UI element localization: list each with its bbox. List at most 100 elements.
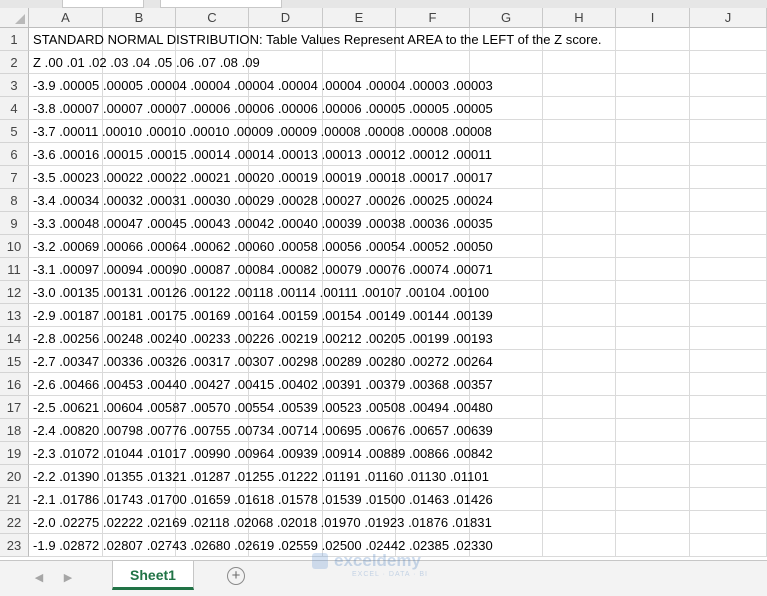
cell-h14[interactable] xyxy=(543,327,616,350)
row-header[interactable]: 20 xyxy=(0,465,29,488)
row-header[interactable]: 14 xyxy=(0,327,29,350)
cell-i9[interactable] xyxy=(616,212,690,235)
cell-i10[interactable] xyxy=(616,235,690,258)
sheet-tab-sheet1[interactable]: Sheet1 xyxy=(112,561,194,590)
row-header[interactable]: 10 xyxy=(0,235,29,258)
cell-j14[interactable] xyxy=(690,327,767,350)
cell-h19[interactable] xyxy=(543,442,616,465)
cell-h3[interactable] xyxy=(543,74,616,97)
cell-j19[interactable] xyxy=(690,442,767,465)
next-sheet-icon[interactable]: ▶ xyxy=(60,570,76,586)
cell-h17[interactable] xyxy=(543,396,616,419)
cell-j23[interactable] xyxy=(690,534,767,557)
cell-h5[interactable] xyxy=(543,120,616,143)
column-header-j[interactable]: J xyxy=(690,8,767,28)
cell-j12[interactable] xyxy=(690,281,767,304)
row-header[interactable]: 2 xyxy=(0,51,29,74)
cell-i19[interactable] xyxy=(616,442,690,465)
cell-j22[interactable] xyxy=(690,511,767,534)
cell-h22[interactable] xyxy=(543,511,616,534)
cell-i8[interactable] xyxy=(616,189,690,212)
select-all-corner[interactable] xyxy=(0,8,29,28)
cell-i15[interactable] xyxy=(616,350,690,373)
cell-f2[interactable] xyxy=(396,51,470,74)
row-header[interactable]: 18 xyxy=(0,419,29,442)
cell-i2[interactable] xyxy=(616,51,690,74)
cell-h12[interactable] xyxy=(543,281,616,304)
column-header-c[interactable]: C xyxy=(176,8,249,28)
cell-j15[interactable] xyxy=(690,350,767,373)
prev-sheet-icon[interactable]: ◀ xyxy=(31,570,47,586)
column-header-a[interactable]: A xyxy=(29,8,103,28)
cell-i11[interactable] xyxy=(616,258,690,281)
cell-i20[interactable] xyxy=(616,465,690,488)
row-header[interactable]: 12 xyxy=(0,281,29,304)
row-header[interactable]: 3 xyxy=(0,74,29,97)
cell-j16[interactable] xyxy=(690,373,767,396)
cell-i6[interactable] xyxy=(616,143,690,166)
column-header-d[interactable]: D xyxy=(249,8,323,28)
column-header-h[interactable]: H xyxy=(543,8,616,28)
cell-i12[interactable] xyxy=(616,281,690,304)
cell-h15[interactable] xyxy=(543,350,616,373)
cell-i13[interactable] xyxy=(616,304,690,327)
cell-j21[interactable] xyxy=(690,488,767,511)
cell-h23[interactable] xyxy=(543,534,616,557)
cell-h9[interactable] xyxy=(543,212,616,235)
cell-h2[interactable] xyxy=(543,51,616,74)
cell-j9[interactable] xyxy=(690,212,767,235)
cell-j11[interactable] xyxy=(690,258,767,281)
cell-h4[interactable] xyxy=(543,97,616,120)
cell-j10[interactable] xyxy=(690,235,767,258)
add-sheet-icon[interactable]: + xyxy=(227,567,245,585)
row-header[interactable]: 5 xyxy=(0,120,29,143)
cell-j18[interactable] xyxy=(690,419,767,442)
cell-h13[interactable] xyxy=(543,304,616,327)
cell-i21[interactable] xyxy=(616,488,690,511)
cell-j5[interactable] xyxy=(690,120,767,143)
row-header[interactable]: 22 xyxy=(0,511,29,534)
cell-h20[interactable] xyxy=(543,465,616,488)
cell-h10[interactable] xyxy=(543,235,616,258)
cell-j20[interactable] xyxy=(690,465,767,488)
column-header-f[interactable]: F xyxy=(396,8,470,28)
cell-i3[interactable] xyxy=(616,74,690,97)
row-header[interactable]: 6 xyxy=(0,143,29,166)
cell-d2[interactable] xyxy=(249,51,323,74)
row-header[interactable]: 17 xyxy=(0,396,29,419)
row-header[interactable]: 23 xyxy=(0,534,29,557)
cell-j3[interactable] xyxy=(690,74,767,97)
cell-j8[interactable] xyxy=(690,189,767,212)
row-header[interactable]: 7 xyxy=(0,166,29,189)
cell-h7[interactable] xyxy=(543,166,616,189)
cell-j13[interactable] xyxy=(690,304,767,327)
column-header-e[interactable]: E xyxy=(323,8,396,28)
cell-i7[interactable] xyxy=(616,166,690,189)
cell-j17[interactable] xyxy=(690,396,767,419)
row-header[interactable]: 15 xyxy=(0,350,29,373)
cell-h11[interactable] xyxy=(543,258,616,281)
row-header[interactable]: 13 xyxy=(0,304,29,327)
cell-i16[interactable] xyxy=(616,373,690,396)
cell-h21[interactable] xyxy=(543,488,616,511)
row-header[interactable]: 1 xyxy=(0,28,29,51)
cell-j2[interactable] xyxy=(690,51,767,74)
cell-g2[interactable] xyxy=(470,51,543,74)
cell-i5[interactable] xyxy=(616,120,690,143)
cell-i22[interactable] xyxy=(616,511,690,534)
cell-h18[interactable] xyxy=(543,419,616,442)
cell-i1[interactable] xyxy=(616,28,690,51)
cell-j1[interactable] xyxy=(690,28,767,51)
row-header[interactable]: 9 xyxy=(0,212,29,235)
cell-i23[interactable] xyxy=(616,534,690,557)
cell-h16[interactable] xyxy=(543,373,616,396)
cell-j7[interactable] xyxy=(690,166,767,189)
column-header-i[interactable]: I xyxy=(616,8,690,28)
row-header[interactable]: 19 xyxy=(0,442,29,465)
cell-i17[interactable] xyxy=(616,396,690,419)
row-header[interactable]: 16 xyxy=(0,373,29,396)
cell-h6[interactable] xyxy=(543,143,616,166)
row-header[interactable]: 4 xyxy=(0,97,29,120)
column-header-g[interactable]: G xyxy=(470,8,543,28)
column-header-b[interactable]: B xyxy=(103,8,176,28)
